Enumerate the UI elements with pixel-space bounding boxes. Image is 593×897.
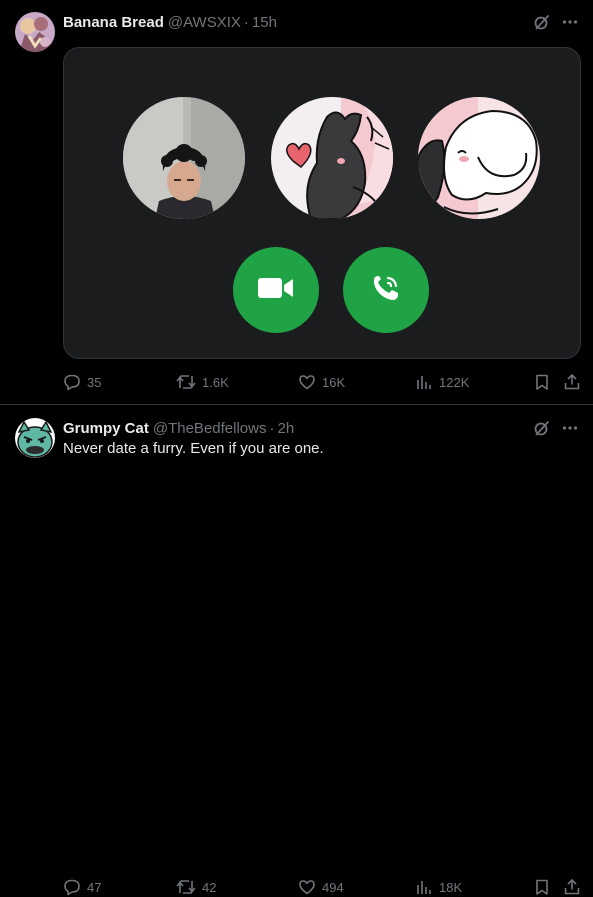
timestamp[interactable]: 2h xyxy=(277,420,294,437)
share-button[interactable] xyxy=(563,877,581,897)
views-button[interactable]: 18K xyxy=(415,877,462,897)
voice-call-button[interactable] xyxy=(343,247,429,333)
reply-button[interactable]: 47 xyxy=(63,877,101,897)
repost-count: 1.6K xyxy=(202,374,229,390)
repost-button[interactable]: 42 xyxy=(176,877,216,897)
share-button[interactable] xyxy=(563,372,581,392)
views-bar-chart-icon xyxy=(415,878,433,896)
repost-icon xyxy=(176,878,196,896)
tweet-top-icons xyxy=(533,13,579,31)
views-button[interactable]: 122K xyxy=(415,372,469,392)
separator-dot: · xyxy=(269,419,275,437)
share-icon xyxy=(563,373,581,391)
like-count: 16K xyxy=(322,374,346,390)
reply-count: 35 xyxy=(87,374,102,390)
tweet-top-icons xyxy=(533,419,579,437)
video-call-button[interactable] xyxy=(233,247,319,333)
participant-white-bunny-illustration xyxy=(418,97,540,219)
video-camera-icon xyxy=(257,275,295,306)
tweet-actions: 47 42 494 18K xyxy=(63,877,583,897)
bookmark-button[interactable] xyxy=(533,877,551,897)
display-name[interactable]: Banana Bread xyxy=(63,14,164,31)
call-media-card[interactable] xyxy=(63,47,581,359)
bookmark-icon xyxy=(533,878,551,896)
view-count: 18K xyxy=(439,879,463,895)
like-button[interactable]: 16K xyxy=(298,372,345,392)
reply-icon xyxy=(63,878,81,896)
phone-call-icon xyxy=(370,272,402,309)
user-handle[interactable]: @AWSXIX xyxy=(168,14,241,31)
timestamp[interactable]: 15h xyxy=(252,14,277,31)
repost-count: 42 xyxy=(202,879,217,895)
view-count: 122K xyxy=(439,374,470,390)
grok-slash-icon[interactable] xyxy=(533,13,551,31)
share-icon xyxy=(563,878,581,896)
reply-icon xyxy=(63,373,81,391)
reply-button[interactable]: 35 xyxy=(63,372,101,392)
tweet-header: Grumpy Cat @TheBedfellows · 2h xyxy=(63,418,294,438)
avatar[interactable] xyxy=(15,418,55,458)
display-name[interactable]: Grumpy Cat xyxy=(63,420,149,437)
like-count: 494 xyxy=(322,879,344,895)
bookmark-button[interactable] xyxy=(533,372,551,392)
user-handle[interactable]: @TheBedfellows xyxy=(153,420,267,437)
views-bar-chart-icon xyxy=(415,373,433,391)
tweet-text: Never date a furry. Even if you are one. xyxy=(63,440,324,457)
avatar[interactable] xyxy=(15,12,55,52)
repost-icon xyxy=(176,373,196,391)
separator-dot: · xyxy=(243,13,249,31)
tweet-actions: 35 1.6K 16K 122K xyxy=(63,372,583,392)
repost-button[interactable]: 1.6K xyxy=(176,372,229,392)
like-button[interactable]: 494 xyxy=(298,877,344,897)
more-horizontal-icon[interactable] xyxy=(561,419,579,437)
reply-count: 47 xyxy=(87,879,102,895)
participant-dark-bunny-illustration xyxy=(271,97,393,219)
bookmark-icon xyxy=(533,373,551,391)
more-horizontal-icon[interactable] xyxy=(561,13,579,31)
heart-icon xyxy=(298,878,316,896)
tweet[interactable]: Grumpy Cat @TheBedfellows · 2h Never dat… xyxy=(0,405,593,896)
participant-person-photo xyxy=(123,97,245,219)
tweet-header: Banana Bread @AWSXIX · 15h xyxy=(63,12,277,32)
heart-icon xyxy=(298,373,316,391)
tweet[interactable]: Banana Bread @AWSXIX · 15h 35 1.6K 16K 1… xyxy=(0,0,593,405)
grok-slash-icon[interactable] xyxy=(533,419,551,437)
